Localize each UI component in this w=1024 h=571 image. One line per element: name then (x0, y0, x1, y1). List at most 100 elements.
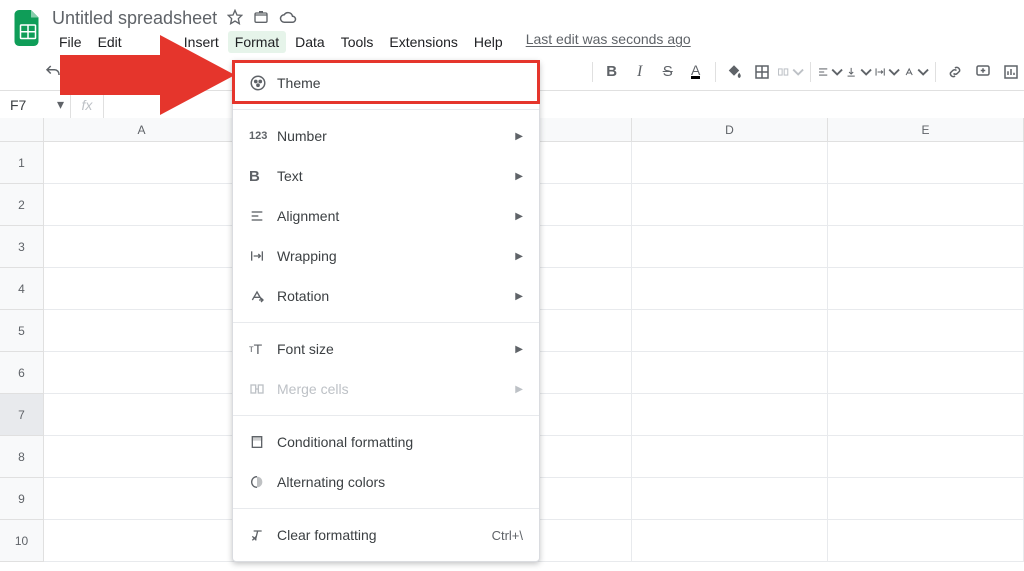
column-header[interactable]: E (828, 118, 1024, 142)
cell[interactable] (632, 226, 828, 268)
menu-edit[interactable]: Edit (91, 31, 129, 53)
insert-chart-button[interactable] (998, 59, 1024, 85)
menu-extensions[interactable]: Extensions (382, 31, 464, 53)
wrapping-icon (249, 248, 277, 264)
vertical-align-button[interactable] (845, 59, 872, 85)
cell[interactable] (44, 478, 240, 520)
undo-button[interactable] (40, 59, 66, 85)
submenu-arrow-icon: ▶ (515, 251, 523, 262)
insert-link-button[interactable] (942, 59, 968, 85)
menu-item-wrapping[interactable]: Wrapping ▶ (233, 236, 539, 276)
name-box[interactable]: F7 ▾ (0, 96, 70, 113)
star-icon[interactable] (227, 9, 243, 28)
insert-comment-button[interactable] (970, 59, 996, 85)
move-to-drive-icon[interactable] (253, 9, 269, 28)
menu-item-number[interactable]: 123 Number ▶ (233, 116, 539, 156)
cell[interactable] (828, 436, 1024, 478)
menu-item-conditional-formatting[interactable]: Conditional formatting (233, 422, 539, 462)
cell[interactable] (828, 142, 1024, 184)
fill-color-button[interactable] (721, 59, 747, 85)
cell[interactable] (632, 310, 828, 352)
row-header[interactable]: 6 (0, 352, 44, 394)
menu-item-label: Number (277, 128, 327, 144)
menu-item-label: Font size (277, 341, 334, 357)
menu-format[interactable]: Format (228, 31, 286, 53)
column-header[interactable]: D (632, 118, 828, 142)
menu-file[interactable]: File (52, 31, 89, 53)
cell[interactable] (632, 142, 828, 184)
menu-data[interactable]: Data (288, 31, 332, 53)
cell[interactable] (44, 352, 240, 394)
cell[interactable] (632, 184, 828, 226)
menu-divider (233, 415, 539, 416)
submenu-arrow-icon: ▶ (515, 344, 523, 355)
redo-button[interactable] (68, 59, 94, 85)
text-wrapping-button[interactable] (874, 59, 901, 85)
row-header[interactable]: 7 (0, 394, 44, 436)
borders-button[interactable] (749, 59, 775, 85)
text-rotation-button[interactable] (903, 59, 930, 85)
cell[interactable] (44, 226, 240, 268)
menu-item-alternating-colors[interactable]: Alternating colors (233, 462, 539, 502)
cell[interactable] (632, 520, 828, 562)
text-color-button[interactable]: A (683, 59, 709, 85)
cell[interactable] (828, 478, 1024, 520)
cell[interactable] (44, 184, 240, 226)
menu-item-label: Theme (277, 75, 321, 91)
cell[interactable] (828, 184, 1024, 226)
menu-item-alignment[interactable]: Alignment ▶ (233, 196, 539, 236)
italic-button[interactable]: I (627, 59, 653, 85)
cell[interactable] (632, 394, 828, 436)
cell[interactable] (828, 394, 1024, 436)
conditional-formatting-icon (249, 434, 277, 450)
last-edit-link[interactable]: Last edit was seconds ago (526, 31, 691, 53)
strikethrough-button[interactable]: S (655, 59, 681, 85)
cell[interactable] (632, 478, 828, 520)
row-header[interactable]: 2 (0, 184, 44, 226)
document-title[interactable]: Untitled spreadsheet (52, 8, 217, 29)
submenu-arrow-icon: ▶ (515, 211, 523, 222)
row-header[interactable]: 4 (0, 268, 44, 310)
cell[interactable] (44, 310, 240, 352)
column-header[interactable]: A (44, 118, 240, 142)
cell[interactable] (632, 352, 828, 394)
row-header[interactable]: 8 (0, 436, 44, 478)
alternating-colors-icon (249, 474, 277, 490)
row-header[interactable]: 1 (0, 142, 44, 184)
menu-insert[interactable]: Insert (177, 31, 226, 53)
menu-item-rotation[interactable]: Rotation ▶ (233, 276, 539, 316)
submenu-arrow-icon: ▶ (515, 384, 523, 395)
row-header[interactable]: 3 (0, 226, 44, 268)
cell[interactable] (44, 520, 240, 562)
merge-cells-button[interactable] (777, 59, 804, 85)
separator (592, 62, 593, 82)
cell[interactable] (44, 268, 240, 310)
cell[interactable] (44, 394, 240, 436)
submenu-arrow-icon: ▶ (515, 291, 523, 302)
select-all-corner[interactable] (0, 118, 44, 142)
cell[interactable] (828, 520, 1024, 562)
cell[interactable] (632, 268, 828, 310)
merge-cells-icon (249, 381, 277, 397)
menu-item-clear-formatting[interactable]: Clear formatting Ctrl+\ (233, 515, 539, 555)
horizontal-align-button[interactable] (817, 59, 844, 85)
menu-item-text[interactable]: B Text ▶ (233, 156, 539, 196)
cell[interactable] (828, 226, 1024, 268)
row-header[interactable]: 5 (0, 310, 44, 352)
row-header[interactable]: 10 (0, 520, 44, 562)
cell[interactable] (828, 352, 1024, 394)
cloud-status-icon[interactable] (279, 10, 297, 27)
fx-label: fx (70, 91, 104, 118)
menu-help[interactable]: Help (467, 31, 510, 53)
menu-tools[interactable]: Tools (334, 31, 381, 53)
cell[interactable] (44, 142, 240, 184)
cell[interactable] (828, 310, 1024, 352)
sheets-logo[interactable] (8, 8, 48, 48)
cell[interactable] (44, 436, 240, 478)
cell[interactable] (828, 268, 1024, 310)
menu-item-font-size[interactable]: тT Font size ▶ (233, 329, 539, 369)
bold-button[interactable]: B (599, 59, 625, 85)
row-header[interactable]: 9 (0, 478, 44, 520)
menu-item-theme[interactable]: Theme (233, 63, 539, 103)
cell[interactable] (632, 436, 828, 478)
